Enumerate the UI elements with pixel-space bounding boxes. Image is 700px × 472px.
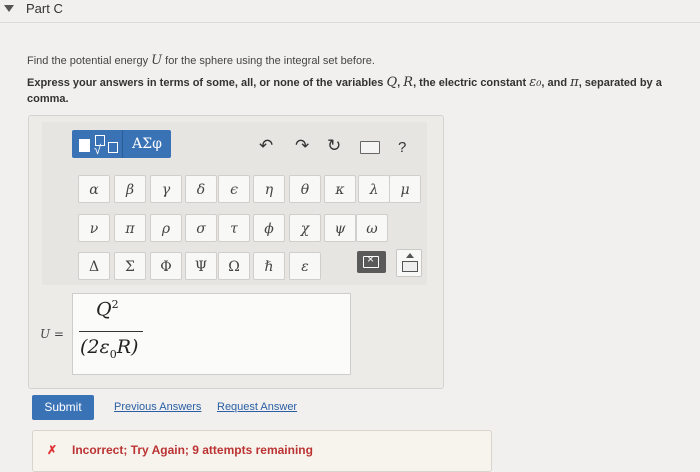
keyboard-icon (402, 261, 418, 272)
keyboard-shortcuts-icon[interactable] (360, 141, 380, 154)
numerator-var: Q (96, 298, 112, 321)
variable-u: U (151, 53, 163, 68)
key-tau[interactable]: τ (218, 214, 250, 242)
greek-symbols-button[interactable]: ΑΣφ (122, 130, 171, 158)
numerator-exponent: 2 (111, 298, 119, 311)
key-mu[interactable]: μ (389, 175, 421, 203)
instr-and: , and (541, 77, 571, 89)
redo-icon[interactable]: ↷ (295, 136, 309, 156)
key-epsilon[interactable]: ϵ (218, 175, 250, 203)
den-subscript: 0 (109, 347, 117, 361)
part-title: Part C (26, 1, 63, 16)
instr-pre: Express your answers in terms of some, a… (27, 77, 387, 89)
key-capital-sigma[interactable]: Σ (114, 252, 146, 280)
key-eta[interactable]: η (253, 175, 285, 203)
template-block-icon (79, 139, 90, 152)
feedback-text: Incorrect; Try Again; 9 attempts remaini… (72, 443, 313, 457)
key-alpha[interactable]: α (78, 175, 110, 203)
submit-button[interactable]: Submit (32, 395, 94, 420)
key-capital-psi[interactable]: Ψ (185, 252, 217, 280)
question-text: Find the potential energy U for the sphe… (27, 53, 375, 68)
key-gamma[interactable]: γ (150, 175, 182, 203)
fraction-bar (79, 331, 143, 332)
variable-r: R (403, 75, 414, 90)
key-lambda[interactable]: λ (358, 175, 390, 203)
keyboard-toggle-button[interactable] (396, 249, 422, 277)
key-psi[interactable]: ψ (324, 214, 356, 242)
reset-icon[interactable]: ↻ (327, 136, 341, 156)
delete-button[interactable]: × (357, 251, 386, 273)
close-icon: × (367, 252, 375, 266)
key-sigma[interactable]: σ (185, 214, 217, 242)
key-capital-delta[interactable]: Δ (78, 252, 110, 280)
key-chi[interactable]: χ (289, 214, 321, 242)
variable-q: Q (386, 75, 398, 90)
request-answer-link[interactable]: Request Answer (217, 401, 297, 413)
key-capital-phi[interactable]: Φ (150, 252, 182, 280)
templates-button[interactable]: √ (72, 130, 122, 158)
key-rho[interactable]: ρ (150, 214, 182, 242)
radical-icon: √ (94, 142, 102, 157)
key-hbar[interactable]: ℏ (253, 252, 285, 280)
help-button[interactable]: ? (398, 139, 406, 156)
fraction-numerator: Q2 (96, 298, 119, 320)
previous-answers-link[interactable]: Previous Answers (114, 401, 201, 413)
key-phi[interactable]: ϕ (253, 214, 285, 242)
den-close: R) (116, 336, 139, 358)
key-nu[interactable]: ν (78, 214, 110, 242)
collapse-chevron-icon[interactable] (4, 5, 14, 12)
undo-icon[interactable]: ↶ (259, 136, 273, 156)
incorrect-icon: ✗ (47, 443, 58, 457)
key-theta[interactable]: θ (289, 175, 321, 203)
question-text-post: for the sphere using the integral set be… (162, 55, 375, 67)
den-open: (2ε (80, 336, 110, 358)
question-text-pre: Find the potential energy (27, 55, 152, 67)
key-pi[interactable]: π (114, 214, 146, 242)
template-box-icon (108, 142, 118, 153)
key-delta[interactable]: δ (185, 175, 217, 203)
divider (0, 22, 700, 23)
variable-epsilon: ε₀ (529, 75, 542, 90)
instr-mid: , the electric constant (413, 77, 530, 89)
fraction-denominator: (2ε0R) (80, 336, 138, 361)
answer-label: U = (40, 327, 64, 341)
instructions: Express your answers in terms of some, a… (27, 75, 692, 107)
chevron-up-icon (406, 253, 414, 258)
key-capital-omega[interactable]: Ω (218, 252, 250, 280)
key-kappa[interactable]: κ (324, 175, 356, 203)
variable-pi: π (570, 75, 579, 90)
key-varepsilon[interactable]: ε (289, 252, 321, 280)
key-beta[interactable]: β (114, 175, 146, 203)
key-omega[interactable]: ω (356, 214, 388, 242)
